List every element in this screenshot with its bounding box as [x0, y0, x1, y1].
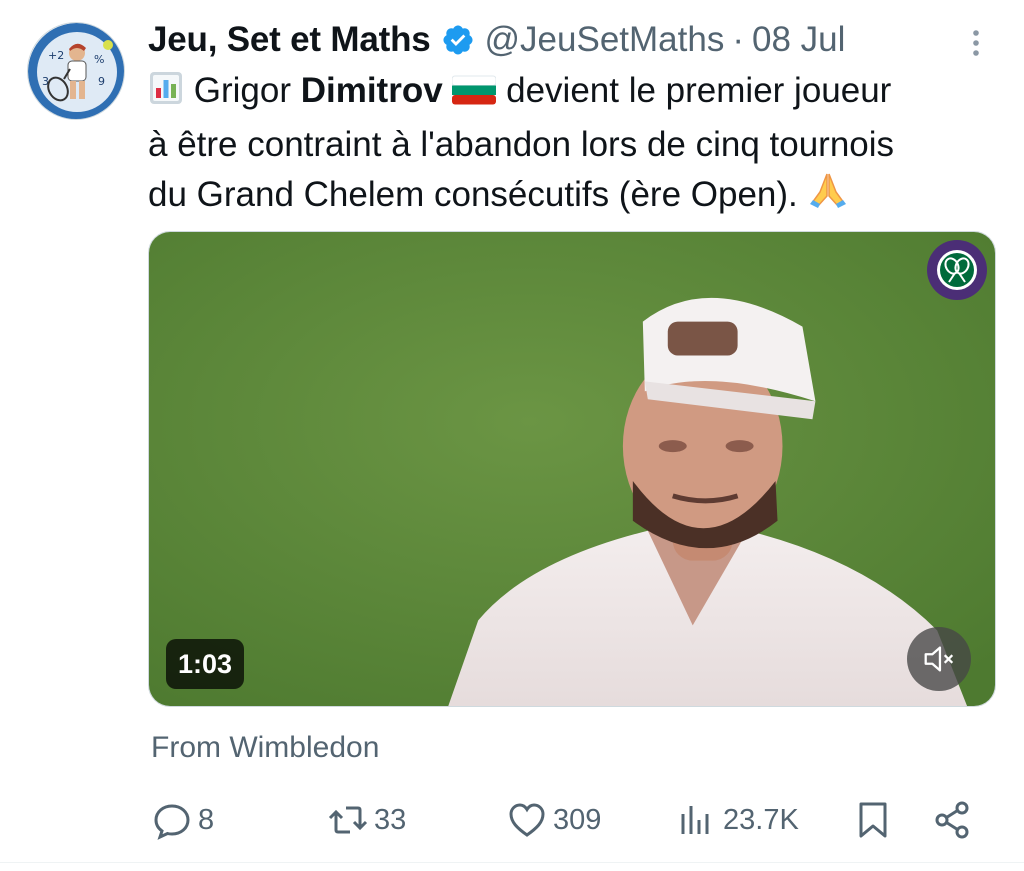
share-button[interactable]	[932, 790, 972, 850]
tweet-header: Jeu, Set et Maths @JeuSetMaths · 08 Jul	[148, 18, 845, 62]
tweet-text-line-2: à être contraint à l'abandon lors de cin…	[148, 125, 895, 164]
tweet-divider	[0, 862, 1024, 863]
retweet-count: 33	[374, 803, 407, 836]
tweet-text-line-3-text: du Grand Chelem consécutifs (ère Open).	[148, 175, 798, 214]
tweet-text-line-1: Grigor Dimitrov devient le premier joueu…	[148, 66, 998, 120]
svg-text:%: %	[94, 53, 104, 66]
display-name[interactable]: Jeu, Set et Maths	[148, 20, 431, 60]
analytics-icon	[681, 806, 709, 834]
tweet-text: Grigor Dimitrov devient le premier joueu…	[148, 66, 998, 224]
user-handle[interactable]: @JeuSetMaths	[485, 20, 725, 60]
video-player[interactable]: 1:03	[148, 231, 996, 707]
avatar-illustration: +2 % 9 3	[28, 23, 124, 119]
views-button[interactable]: 23.7K	[677, 790, 799, 850]
retweet-icon	[328, 806, 368, 834]
bar-chart-emoji	[148, 70, 184, 120]
svg-text:9: 9	[98, 75, 105, 88]
like-button[interactable]: 309	[507, 790, 601, 850]
folded-hands-emoji	[808, 170, 848, 224]
reply-button[interactable]: 8	[152, 790, 214, 850]
avatar[interactable]: +2 % 9 3	[27, 22, 125, 120]
bookmark-icon	[859, 802, 887, 838]
tweet-date[interactable]: 08 Jul	[752, 20, 845, 60]
wimbledon-logo	[925, 238, 989, 302]
view-count: 23.7K	[723, 803, 799, 836]
svg-text:+2: +2	[48, 49, 64, 62]
muted-speaker-icon[interactable]	[907, 627, 971, 691]
reply-count: 8	[198, 803, 215, 836]
tweet[interactable]: +2 % 9 3 Jeu, Set et Maths @JeuSetMaths …	[0, 0, 1024, 871]
bulgaria-flag-emoji	[451, 70, 497, 120]
tweet-text-post: devient le premier joueur	[496, 71, 892, 110]
verified-badge-icon[interactable]	[441, 23, 475, 57]
video-frame	[149, 232, 995, 706]
tweet-text-line-3: du Grand Chelem consécutifs (ère Open).	[148, 170, 998, 224]
tweet-text-bold-name: Dimitrov	[300, 71, 443, 110]
action-bar: 8 33 309 23.7K	[0, 790, 1024, 850]
tweet-text-pre: Grigor	[193, 71, 301, 110]
reply-icon	[154, 804, 190, 840]
retweet-button[interactable]: 33	[328, 790, 406, 850]
media-source[interactable]: From Wimbledon	[151, 731, 379, 765]
bookmark-button[interactable]	[853, 790, 893, 850]
share-icon	[935, 801, 969, 839]
heart-icon	[509, 803, 545, 837]
header-separator: ·	[732, 20, 744, 59]
like-count: 309	[553, 803, 602, 836]
more-options-icon[interactable]	[962, 26, 990, 60]
video-duration: 1:03	[166, 639, 245, 689]
